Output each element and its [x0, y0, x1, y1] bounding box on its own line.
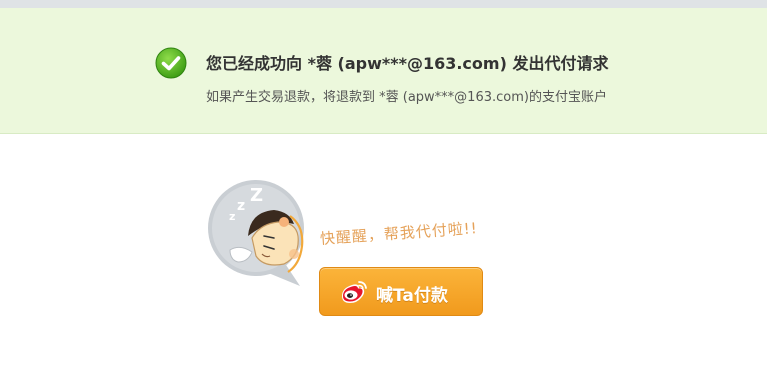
check-circle-icon [155, 47, 187, 79]
call-to-pay-button[interactable]: 喊Ta付款 [319, 267, 483, 316]
success-notice: 您已经成功向 *蓉 (apw***@163.com) 发出代付请求 如果产生交易… [0, 8, 767, 134]
notice-title: 您已经成功向 *蓉 (apw***@163.com) 发出代付请求 [206, 54, 609, 73]
top-strip [0, 0, 767, 8]
svg-text:z: z [229, 210, 235, 223]
notice-subtitle: 如果产生交易退款，将退款到 *蓉 (apw***@163.com)的支付宝账户 [206, 90, 607, 105]
wake-up-text: 快醒醒，帮我代付啦!! [319, 218, 479, 248]
sleeping-person-icon: Z z z [208, 180, 304, 286]
svg-text:z: z [237, 198, 245, 214]
svg-text:Z: Z [250, 185, 263, 206]
weibo-icon [342, 281, 367, 303]
call-to-pay-label: 喊Ta付款 [376, 286, 448, 306]
